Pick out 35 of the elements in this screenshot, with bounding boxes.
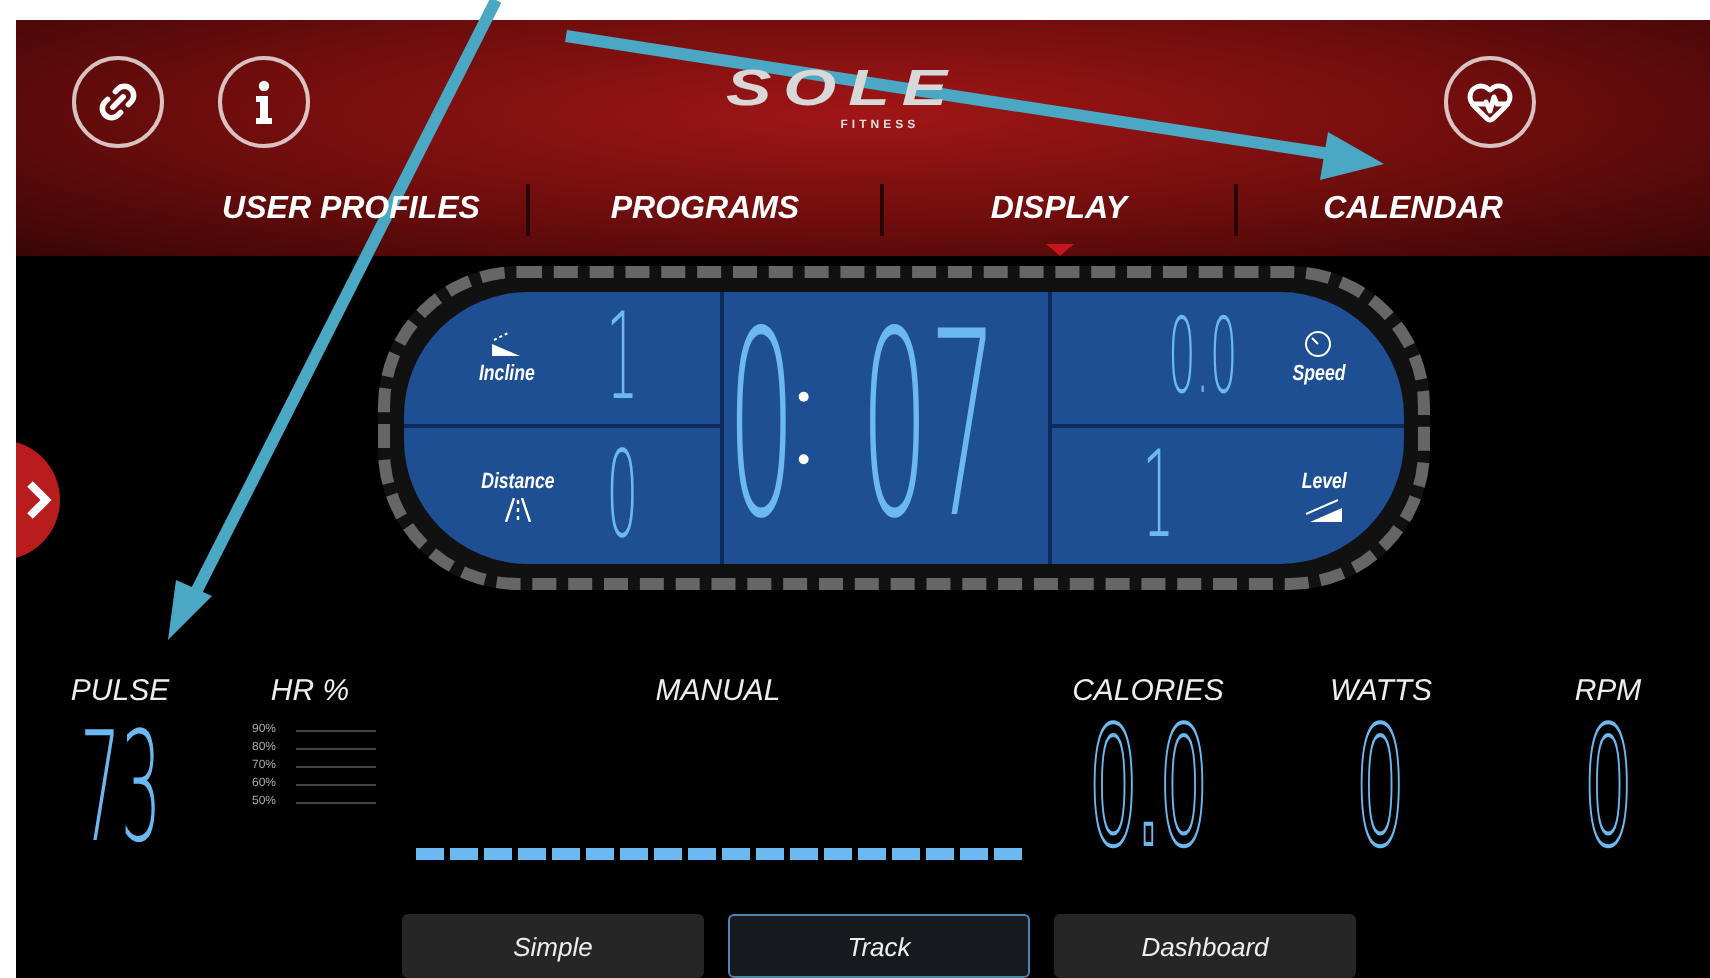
pulse-label: PULSE bbox=[70, 674, 170, 708]
time-minutes: 0 bbox=[727, 300, 796, 556]
chevron-right-icon bbox=[24, 478, 52, 522]
hr-percent-label: HR % bbox=[270, 674, 350, 708]
level-label: Level bbox=[1300, 470, 1346, 494]
info-icon bbox=[254, 80, 274, 124]
speed-label: Speed bbox=[1292, 362, 1345, 386]
rpm-label: RPM bbox=[1574, 674, 1642, 708]
level-value: 1 bbox=[1142, 436, 1175, 556]
calories-label: CALORIES bbox=[1072, 674, 1224, 708]
incline-label: Incline bbox=[478, 362, 535, 386]
heart-rate-button[interactable] bbox=[1444, 56, 1536, 148]
calories-value: 0.0 bbox=[1089, 716, 1207, 864]
watts-value: 0 bbox=[1357, 716, 1405, 864]
pulse-value: 73 bbox=[79, 712, 161, 864]
program-label: MANUAL bbox=[655, 674, 781, 708]
view-button[interactable]: Dashboard bbox=[1054, 914, 1356, 978]
rpm-value: 0 bbox=[1584, 716, 1632, 864]
incline-value: 1 bbox=[605, 298, 638, 418]
incline-icon bbox=[488, 330, 525, 358]
nav-tab[interactable]: PROGRAMS bbox=[530, 184, 880, 256]
ramp-icon bbox=[1303, 498, 1344, 522]
speed-value: 0.0 bbox=[1167, 306, 1238, 410]
time-seconds: 07 bbox=[860, 300, 998, 556]
road-icon bbox=[501, 498, 534, 522]
view-button[interactable]: Simple bbox=[402, 914, 704, 978]
heart-pulse-icon bbox=[1466, 78, 1514, 126]
distance-label: Distance bbox=[481, 470, 555, 494]
distance-value: 0 bbox=[605, 436, 638, 556]
view-button[interactable]: Track bbox=[728, 914, 1030, 978]
gauge-icon bbox=[1304, 330, 1333, 358]
info-button[interactable] bbox=[218, 56, 310, 148]
link-button[interactable] bbox=[72, 56, 164, 148]
watts-label: WATTS bbox=[1329, 674, 1433, 708]
nav-tab[interactable]: CALENDAR bbox=[1238, 184, 1588, 256]
